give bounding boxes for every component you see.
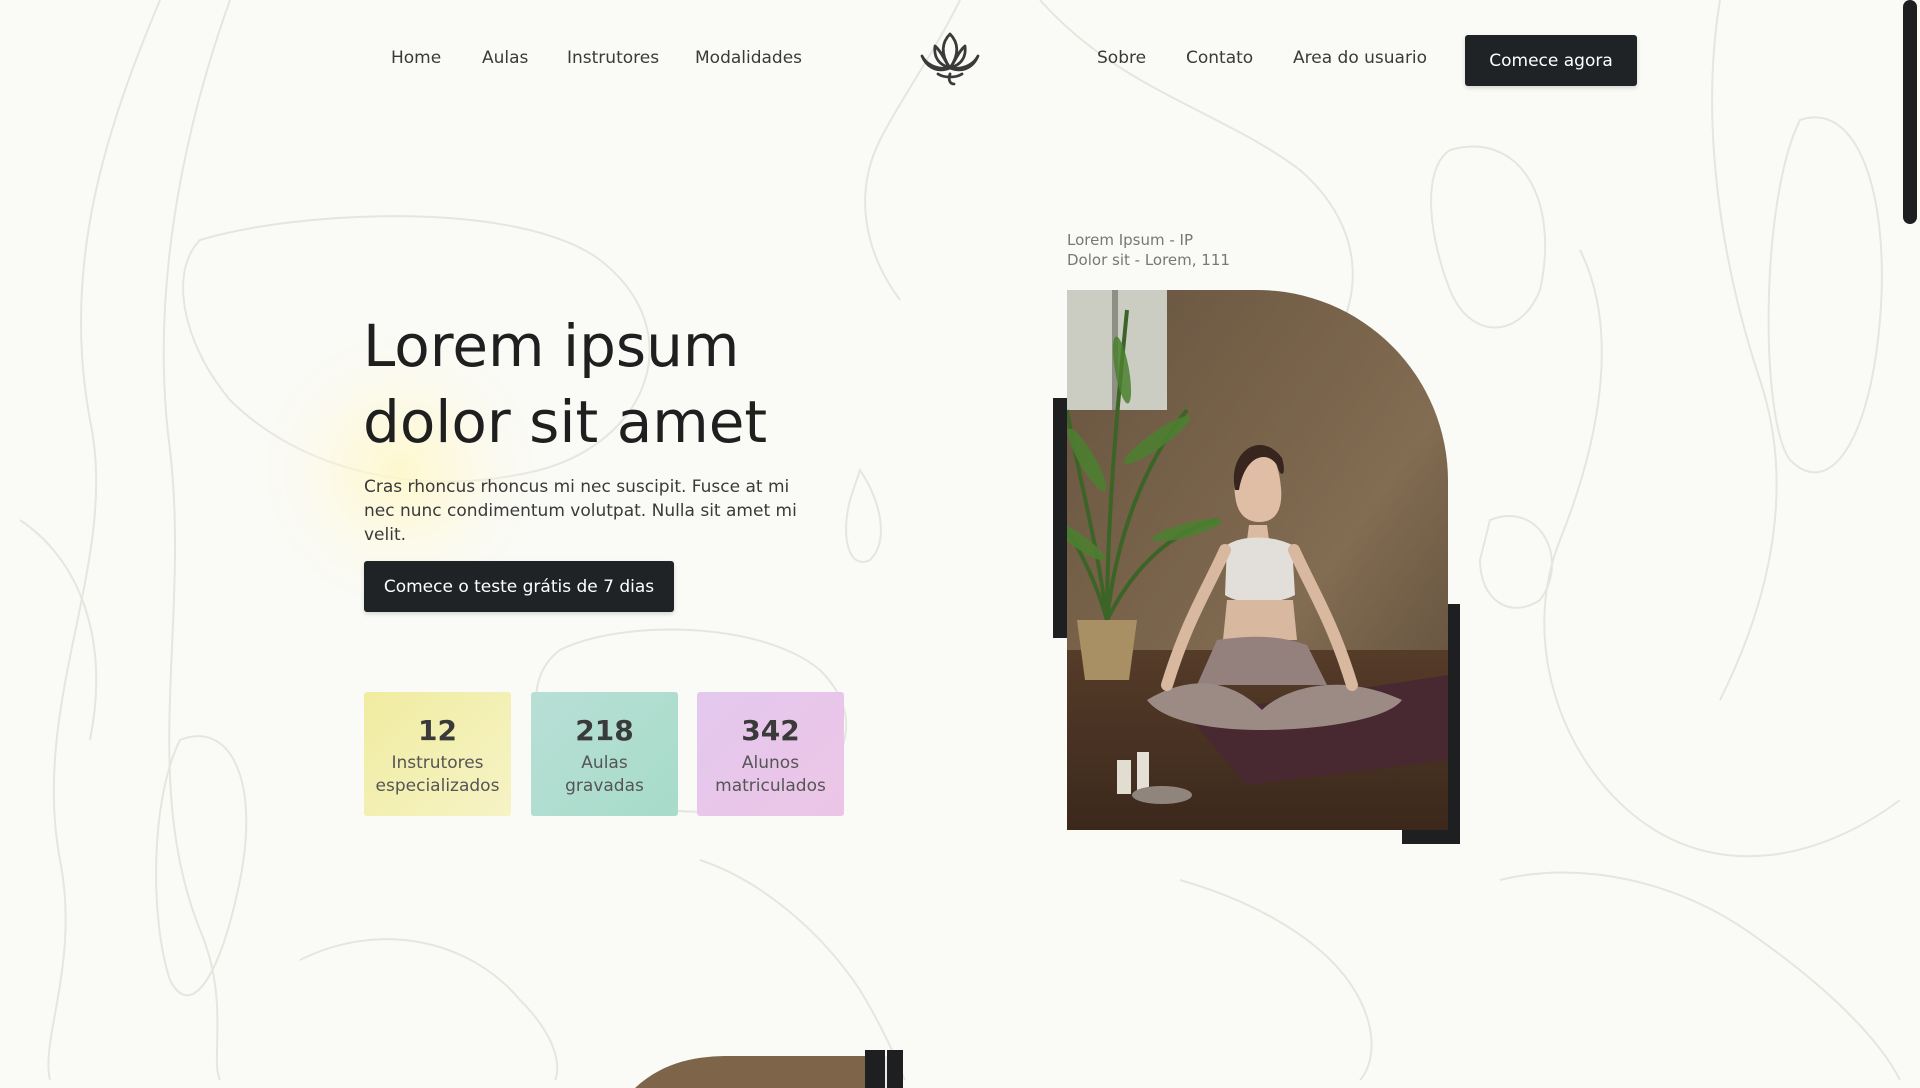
hero-title-line2: dolor sit amet: [363, 388, 768, 456]
hero-title-line1: Lorem ipsum: [363, 312, 740, 380]
stat-card-classes: 218 Aulas gravadas: [531, 692, 678, 816]
stat-label-line1: Alunos: [741, 753, 800, 773]
stat-label-line2: especializados: [375, 776, 500, 796]
nav-link-instrutores[interactable]: Instrutores: [567, 48, 659, 68]
nav-link-area-do-usuario[interactable]: Area do usuario: [1293, 48, 1427, 68]
free-trial-button[interactable]: Comece o teste grátis de 7 dias: [364, 561, 674, 612]
nav-link-home[interactable]: Home: [391, 48, 441, 68]
top-navigation: Home Aulas Instrutores Modalidades Sobre…: [0, 0, 1920, 120]
stat-number: 218: [575, 714, 634, 747]
stat-card-students: 342 Alunos matriculados: [697, 692, 844, 816]
hero-description: Cras rhoncus rhoncus mi nec suscipit. Fu…: [364, 477, 797, 545]
stat-label-line2: matriculados: [715, 776, 826, 796]
comece-agora-button[interactable]: Comece agora: [1465, 35, 1637, 86]
nav-link-modalidades[interactable]: Modalidades: [695, 48, 802, 68]
nav-link-contato[interactable]: Contato: [1186, 48, 1253, 68]
stat-number: 342: [741, 714, 800, 747]
stat-number: 12: [418, 714, 457, 747]
location-line1: Lorem Ipsum - IP: [1067, 231, 1194, 249]
nav-link-aulas[interactable]: Aulas: [482, 48, 528, 68]
stat-label-line1: Instrutores: [391, 753, 484, 773]
next-section-image-preview: [635, 1050, 903, 1088]
stat-label-line1: Aulas: [581, 753, 628, 773]
stat-label-line2: gravadas: [565, 776, 644, 796]
lotus-icon[interactable]: [918, 28, 982, 88]
location-line2: Dolor sit - Lorem, 111: [1067, 251, 1230, 269]
scrollbar-thumb[interactable]: [1903, 0, 1917, 224]
hero-title: Lorem ipsum dolor sit amet: [363, 308, 883, 460]
location-info: Lorem Ipsum - IP Dolor sit - Lorem, 111: [1067, 230, 1230, 270]
yoga-photo: [1067, 290, 1448, 830]
stat-card-instructors: 12 Instrutores especializados: [364, 692, 511, 816]
nav-link-sobre[interactable]: Sobre: [1097, 48, 1146, 68]
